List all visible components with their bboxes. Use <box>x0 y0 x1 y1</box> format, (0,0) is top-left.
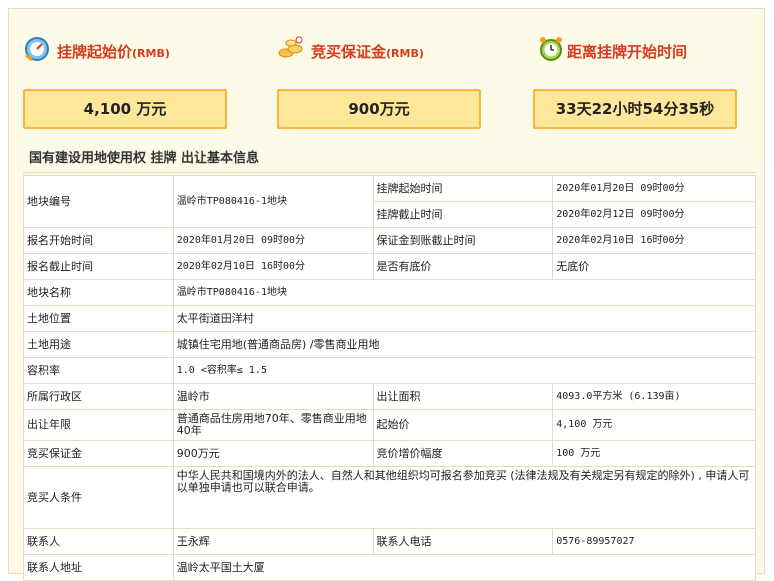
phone-label: 联系人电话 <box>372 528 554 555</box>
deposit-value: 900万元 <box>277 89 481 129</box>
contact-label: 联系人 <box>23 528 174 555</box>
far-label: 容积率 <box>23 357 174 384</box>
table-row: 土地位置 太平街道田洋村 <box>23 305 757 332</box>
start-price-label: 起始价 <box>372 409 554 441</box>
table-row: 容积率 1.0 <容积率≤ 1.5 <box>23 357 757 384</box>
section-divider <box>23 172 757 173</box>
info-table: 地块编号 温岭市TP080416-1地块 挂牌起始时间 2020年01月20日 … <box>23 175 757 581</box>
reg-end-value: 2020年02月10日 16时00分 <box>172 253 374 280</box>
gauge-icon <box>25 37 49 62</box>
bid-deposit-label: 竞买保证金 <box>23 440 174 467</box>
area-label: 出让面积 <box>372 383 554 410</box>
district-value: 温岭市 <box>172 383 374 410</box>
section-title: 国有建设用地使用权 挂牌 出让基本信息 <box>29 151 260 166</box>
listing-start-label: 挂牌起始时间 <box>372 175 554 202</box>
coins-icon <box>278 36 303 58</box>
listing-panel: 挂牌起始价(RMB) 4,100 万元 竞买保证金(RMB) 900万元 距离挂… <box>8 8 765 581</box>
term-label: 出让年限 <box>23 409 174 441</box>
table-row: 报名截止时间 2020年02月10日 16时00分 是否有底价 无底价 <box>23 253 756 280</box>
far-value: 1.0 <容积率≤ 1.5 <box>172 357 757 384</box>
start-price-title: 挂牌起始价(RMB) <box>57 43 170 61</box>
deposit-deadline-label: 保证金到账截止时间 <box>372 227 554 254</box>
parcel-name-value: 温岭市TP080416-1地块 <box>172 279 757 306</box>
table-row: 竞买人条件 中华人民共和国境内外的法人、自然人和其他组织均可报名参加竞买 (法律… <box>23 466 757 529</box>
increment-value: 100 万元 <box>552 440 756 467</box>
contact-value: 王永辉 <box>172 528 374 555</box>
listing-start-value: 2020年01月20日 09时00分 <box>552 175 756 202</box>
table-row: 竞买保证金 900万元 竞价增价幅度 100 万元 <box>23 440 756 467</box>
term-value: 普通商品住房用地70年、零售商业用地40年 <box>172 409 374 441</box>
start-price-table-value: 4,100 万元 <box>552 409 756 441</box>
table-row: 地块名称 温岭市TP080416-1地块 <box>23 279 757 306</box>
parcel-name-label: 地块名称 <box>23 279 174 306</box>
table-row: 报名开始时间 2020年01月20日 09时00分 保证金到账截止时间 2020… <box>23 227 756 254</box>
location-value: 太平街道田洋村 <box>172 305 757 332</box>
bid-deposit-value: 900万元 <box>172 440 374 467</box>
location-label: 土地位置 <box>23 305 174 332</box>
reserve-label: 是否有底价 <box>372 253 554 280</box>
table-row: 地块编号 温岭市TP080416-1地块 挂牌起始时间 2020年01月20日 … <box>23 175 756 228</box>
usage-label: 土地用途 <box>23 331 174 358</box>
deposit-title: 竞买保证金(RMB) <box>311 43 424 61</box>
reg-start-value: 2020年01月20日 09时00分 <box>172 227 374 254</box>
countdown-title: 距离挂牌开始时间 <box>567 43 688 61</box>
countdown-value: 33天22小时54分35秒 <box>533 89 737 129</box>
bidder-cond-value: 中华人民共和国境内外的法人、自然人和其他组织均可报名参加竞买 (法律法规及有关规… <box>172 466 757 529</box>
start-price-value: 4,100 万元 <box>23 89 227 129</box>
district-label: 所属行政区 <box>23 383 174 410</box>
parcel-no-value: 温岭市TP080416-1地块 <box>172 175 374 228</box>
alarm-clock-icon <box>540 37 562 61</box>
countdown-card: 距离挂牌开始时间 33天22小时54分35秒 <box>533 29 743 129</box>
deposit-deadline-value: 2020年02月10日 16时00分 <box>552 227 756 254</box>
reg-start-label: 报名开始时间 <box>23 227 174 254</box>
increment-label: 竞价增价幅度 <box>372 440 554 467</box>
bidder-cond-label: 竞买人条件 <box>23 466 174 529</box>
table-row: 所属行政区 温岭市 出让面积 4093.0平方米 (6.139亩) <box>23 383 756 410</box>
area-value: 4093.0平方米 (6.139亩) <box>552 383 756 410</box>
listing-end-label: 挂牌截止时间 <box>372 201 554 228</box>
parcel-no-label: 地块编号 <box>23 175 174 228</box>
table-row: 联系人 王永辉 联系人电话 0576-89957027 <box>23 528 756 555</box>
phone-value: 0576-89957027 <box>552 528 756 555</box>
start-price-card: 挂牌起始价(RMB) 4,100 万元 <box>23 29 233 129</box>
reg-end-label: 报名截止时间 <box>23 253 174 280</box>
usage-value: 城镇住宅用地(普通商品房) /零售商业用地 <box>172 331 757 358</box>
reserve-value: 无底价 <box>552 253 756 280</box>
listing-end-value: 2020年02月12日 09时00分 <box>552 201 756 228</box>
table-row: 土地用途 城镇住宅用地(普通商品房) /零售商业用地 <box>23 331 757 358</box>
deposit-card: 竞买保证金(RMB) 900万元 <box>277 29 487 129</box>
table-row: 出让年限 普通商品住房用地70年、零售商业用地40年 起始价 4,100 万元 <box>23 409 756 441</box>
